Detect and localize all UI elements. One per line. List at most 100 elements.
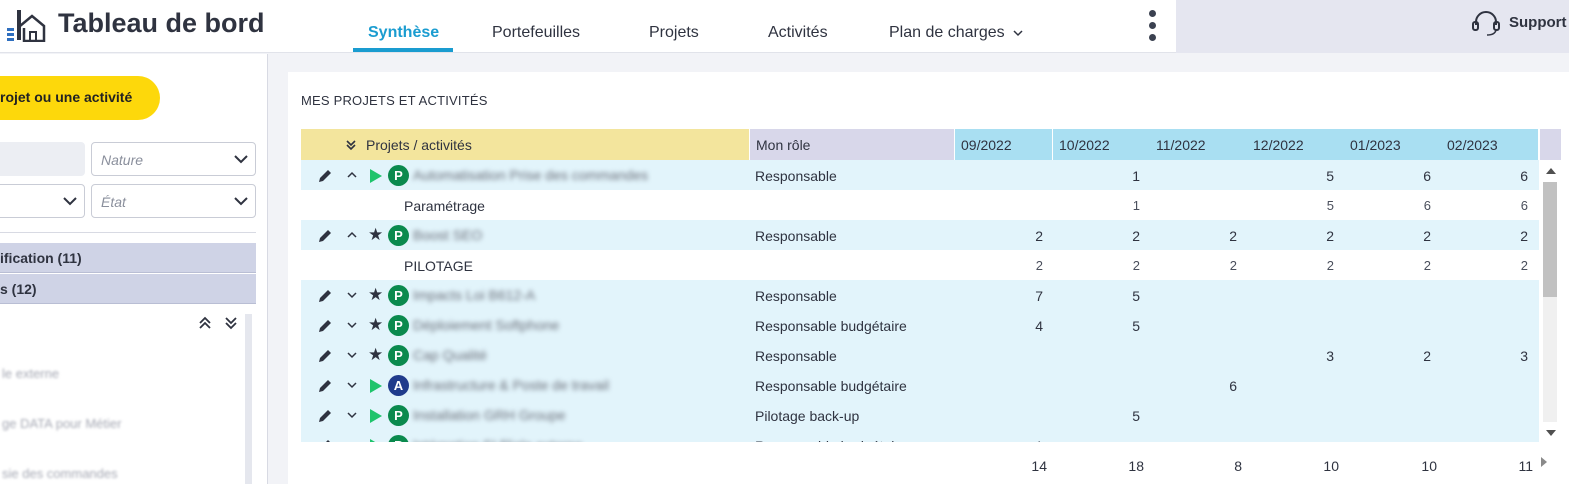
edit-icon[interactable]: [317, 318, 333, 334]
chevron-up-icon[interactable]: [347, 228, 357, 242]
headset-icon[interactable]: [1471, 8, 1501, 36]
page-title: Tableau de bord: [58, 8, 265, 38]
top-bar: Tableau de bord Synthèse Portefeuilles P…: [0, 0, 1569, 53]
month-value: [1341, 280, 1431, 310]
tab-synthese[interactable]: Synthèse: [368, 24, 439, 42]
column-header-projects[interactable]: Projets / activités: [301, 129, 749, 160]
totals-row: 14 18 8 10 10 11: [301, 458, 1539, 478]
month-value: [1244, 310, 1334, 340]
activity-label: PILOTAGE: [404, 258, 473, 274]
sidebar-item[interactable]: le externe: [2, 366, 59, 381]
table-row[interactable]: ★ P Déploiement Softphone Responsable budgé…: [301, 310, 1539, 340]
chevron-down-icon[interactable]: [347, 438, 357, 442]
table-row[interactable]: P Intégration SI filiale externe Responsab…: [301, 430, 1539, 442]
search-input[interactable]: [0, 142, 85, 176]
month-value: [1147, 310, 1237, 340]
tab-activites[interactable]: Activités: [768, 24, 828, 42]
month-value: [1050, 340, 1140, 370]
project-name[interactable]: Automatisation Prise des commandes: [413, 167, 648, 183]
column-header-role[interactable]: Mon rôle: [750, 129, 954, 160]
month-value: 1: [1132, 198, 1140, 213]
chevron-down-icon[interactable]: [347, 288, 357, 302]
table-row[interactable]: A Infrastructure & Poste de travail Respon…: [301, 370, 1539, 400]
type-badge: P: [388, 315, 409, 336]
etat-select[interactable]: État: [91, 184, 256, 218]
add-project-button[interactable]: rojet ou une activité: [0, 76, 160, 120]
project-name[interactable]: Boost SEO: [413, 227, 482, 243]
month-value: [953, 160, 1043, 190]
type-badge: P: [388, 165, 409, 186]
project-name[interactable]: Installation GRH Groupe: [413, 407, 566, 423]
table-row[interactable]: P Automatisation Prise des commandes Respo…: [301, 160, 1539, 190]
project-name[interactable]: Impacts Loi B612-A: [413, 287, 535, 303]
column-header-month[interactable]: 09/2022: [955, 129, 1052, 160]
month-value: 2: [1520, 258, 1528, 273]
chevron-down-icon[interactable]: [347, 378, 357, 392]
sidebar-item[interactable]: ge DATA pour Métier: [2, 416, 121, 431]
support-link[interactable]: Support: [1509, 14, 1567, 31]
grid-scrollbar[interactable]: [1541, 160, 1561, 445]
table-subrow[interactable]: Paramétrage 1 5 6 6: [301, 190, 1539, 220]
project-name[interactable]: Déploiement Softphone: [413, 317, 559, 333]
edit-icon[interactable]: [317, 168, 333, 184]
month-value: 2: [1035, 258, 1043, 273]
scroll-down-icon[interactable]: [1546, 430, 1556, 436]
column-header-month[interactable]: 10/2022: [1053, 129, 1150, 160]
tab-portefeuilles[interactable]: Portefeuilles: [492, 24, 580, 42]
project-name[interactable]: Infrastructure & Poste de travail: [413, 377, 609, 393]
chevron-down-icon[interactable]: [347, 408, 357, 422]
scroll-right-icon[interactable]: [1541, 457, 1547, 467]
tab-projets[interactable]: Projets: [649, 24, 699, 42]
active-tab-indicator: [353, 48, 453, 52]
star-icon: ★: [368, 315, 384, 334]
month-value: 6: [1520, 168, 1528, 184]
sidebar-group-list[interactable]: s (12): [0, 274, 256, 304]
app-logo-icon[interactable]: [4, 8, 46, 42]
edit-icon[interactable]: [317, 408, 333, 424]
project-name[interactable]: Cap Qualité: [413, 347, 487, 363]
edit-icon[interactable]: [317, 228, 333, 244]
column-header-month[interactable]: 12/2022: [1247, 129, 1344, 160]
tab-plan-de-charges[interactable]: Plan de charges: [889, 24, 1023, 42]
scroll-up-icon[interactable]: [1546, 168, 1556, 174]
edit-icon[interactable]: [317, 288, 333, 304]
sidebar-item[interactable]: sie des commandes: [2, 466, 118, 481]
month-value: [1438, 430, 1528, 442]
chevron-down-icon[interactable]: [347, 318, 357, 332]
sidebar-group-classification[interactable]: ification (11): [0, 243, 256, 273]
star-icon: ★: [368, 285, 384, 304]
table-row[interactable]: ★ P Impacts Loi B612-A Responsable 7 5: [301, 280, 1539, 310]
month-value: 3: [1326, 348, 1334, 364]
type-select[interactable]: [0, 184, 85, 218]
type-badge: P: [388, 225, 409, 246]
month-value: 2: [1132, 228, 1140, 244]
table-subrow[interactable]: PILOTAGE 2 2 2 2 2 2: [301, 250, 1539, 280]
project-name[interactable]: Intégration SI filiale externe: [413, 437, 583, 442]
month-value: 1: [953, 430, 1043, 442]
month-value: 2: [1132, 258, 1140, 273]
more-menu-icon[interactable]: [1144, 8, 1160, 44]
sidebar-scrollbar[interactable]: [245, 314, 252, 484]
chevron-up-icon[interactable]: [347, 168, 357, 182]
table-row[interactable]: P Installation GRH Groupe Pilotage back-up…: [301, 400, 1539, 430]
collapse-all-icon[interactable]: [224, 316, 238, 330]
table-row[interactable]: ★ P Cap Qualité Responsable 3 2 3: [301, 340, 1539, 370]
total-value: 10: [1323, 458, 1339, 474]
collapse-all-rows-icon[interactable]: [345, 139, 357, 151]
column-header-month[interactable]: 01/2023: [1344, 129, 1441, 160]
column-header-month[interactable]: 02/2023: [1441, 129, 1538, 160]
edit-icon[interactable]: [317, 438, 333, 442]
scroll-thumb[interactable]: [1543, 182, 1557, 297]
month-value: 2: [1423, 348, 1431, 364]
table-row[interactable]: ★ P Boost SEO Responsable 2 2 2 2 2 2: [301, 220, 1539, 250]
month-value: [1341, 400, 1431, 430]
play-icon: [370, 379, 382, 393]
column-header-month[interactable]: 11/2022: [1150, 129, 1247, 160]
total-value: 10: [1421, 458, 1437, 474]
edit-icon[interactable]: [317, 378, 333, 394]
nature-select[interactable]: Nature: [91, 142, 256, 176]
chevron-down-icon: [63, 197, 77, 206]
edit-icon[interactable]: [317, 348, 333, 364]
chevron-down-icon[interactable]: [347, 348, 357, 362]
expand-all-icon[interactable]: [198, 316, 212, 330]
